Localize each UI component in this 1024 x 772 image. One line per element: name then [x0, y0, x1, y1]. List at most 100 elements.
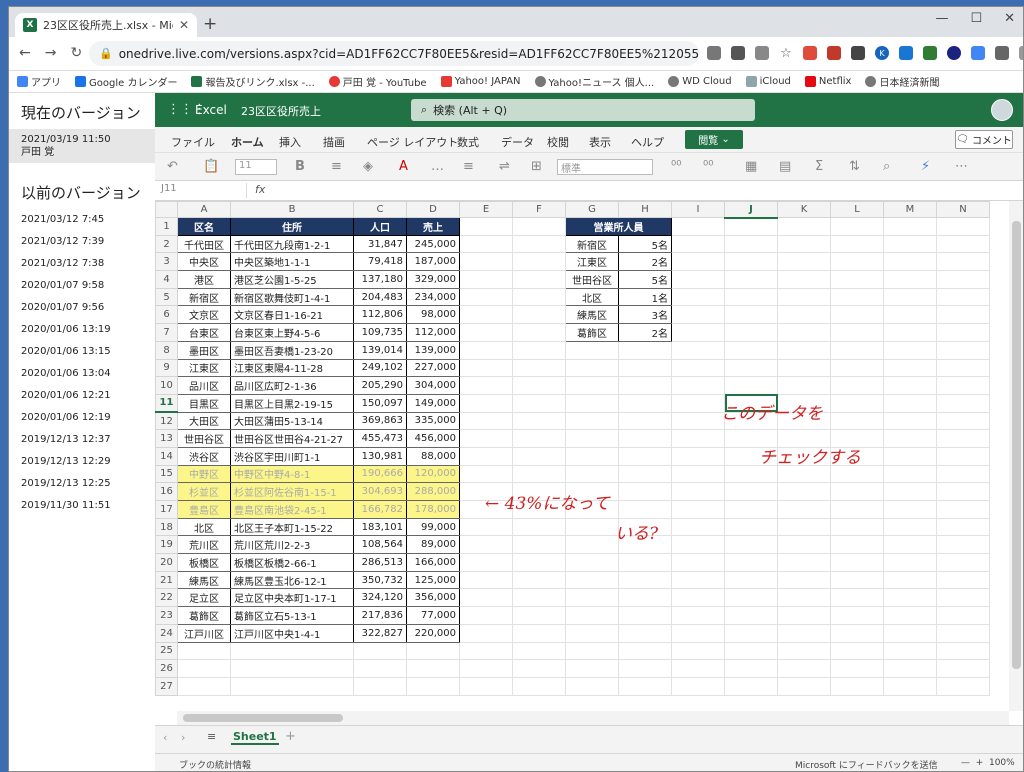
table1-cell[interactable]: 112,000: [406, 323, 460, 342]
table1-cell[interactable]: 286,513: [353, 553, 407, 572]
table1-cell[interactable]: 新宿区歌舞伎町1-4-1: [230, 287, 354, 307]
table2-header[interactable]: 営業所人員: [565, 217, 672, 236]
cell[interactable]: [830, 500, 884, 519]
cell[interactable]: [777, 305, 831, 325]
table1-header[interactable]: 人口: [353, 217, 407, 236]
cell[interactable]: [512, 659, 566, 678]
table2-cell[interactable]: 5名: [618, 270, 672, 289]
spreadsheet-grid[interactable]: A B C D E F G H I J K L M N 1 区名 住所 人口 売上 営業所人員 2 千代田区 千代田区九段南…: [155, 201, 1009, 711]
bookmark-calendar[interactable]: Google カレンダー: [75, 74, 177, 89]
table1-cell[interactable]: 目黒区上目黒2-19-15: [230, 393, 354, 413]
add-sheet-icon[interactable]: +: [285, 729, 296, 744]
cell[interactable]: [883, 623, 937, 643]
table1-cell[interactable]: 荒川区荒川2-2-3: [230, 535, 354, 555]
table1-cell[interactable]: 世田谷区世田谷4-21-27: [230, 429, 354, 448]
cell[interactable]: [671, 482, 725, 501]
table1-cell[interactable]: 豊島区南池袋2-45-1: [230, 500, 354, 519]
column-header-d[interactable]: D: [406, 201, 460, 218]
bookmark-nikkei[interactable]: 日本経済新聞: [865, 74, 939, 89]
cell[interactable]: [936, 446, 990, 466]
cell[interactable]: [936, 570, 990, 590]
evernote-icon[interactable]: [923, 46, 937, 60]
user-avatar[interactable]: [991, 99, 1013, 121]
row-header[interactable]: 21: [155, 570, 178, 590]
table1-cell[interactable]: 455,473: [353, 429, 407, 448]
cell[interactable]: [883, 252, 937, 272]
cell[interactable]: [512, 429, 566, 448]
cell[interactable]: [883, 553, 937, 572]
table1-cell[interactable]: 120,000: [406, 464, 460, 484]
qr-icon[interactable]: [731, 46, 745, 60]
table1-cell[interactable]: 99,000: [406, 517, 460, 537]
column-header-b[interactable]: B: [230, 201, 354, 218]
table1-cell[interactable]: 渋谷区: [177, 446, 231, 466]
cell[interactable]: [618, 659, 672, 678]
share-icon[interactable]: [755, 46, 769, 60]
cell[interactable]: [936, 588, 990, 608]
cell[interactable]: [883, 411, 937, 431]
cell[interactable]: [936, 623, 990, 643]
cell[interactable]: [777, 676, 831, 696]
cell[interactable]: [459, 393, 513, 413]
cell[interactable]: [724, 305, 778, 325]
cell[interactable]: [618, 500, 672, 519]
table1-cell[interactable]: 227,000: [406, 358, 460, 378]
cell[interactable]: [883, 305, 937, 325]
wrap-icon[interactable]: ⇌: [499, 159, 510, 174]
cell[interactable]: [777, 570, 831, 590]
cell[interactable]: [618, 429, 672, 448]
paste-icon[interactable]: 📋: [203, 159, 219, 174]
find-icon[interactable]: ⌕: [883, 159, 890, 174]
cell[interactable]: [724, 623, 778, 643]
cell[interactable]: [565, 676, 619, 696]
cell[interactable]: [512, 446, 566, 466]
cell[interactable]: [459, 588, 513, 608]
horizontal-scrollbar[interactable]: [177, 711, 1009, 725]
table1-cell[interactable]: 港区: [177, 270, 231, 289]
table1-cell[interactable]: 北区王子本町1-15-22: [230, 517, 354, 537]
cell[interactable]: [512, 535, 566, 555]
cell[interactable]: [565, 641, 619, 661]
table2-cell[interactable]: 2名: [618, 252, 672, 272]
cell[interactable]: [565, 570, 619, 590]
cell[interactable]: [830, 411, 884, 431]
table1-cell[interactable]: 台東区東上野4-5-6: [230, 323, 354, 342]
cell[interactable]: [565, 606, 619, 625]
cell[interactable]: [671, 623, 725, 643]
table1-cell[interactable]: 千代田区九段南1-2-1: [230, 234, 354, 254]
version-item[interactable]: 2019/11/30 11:51: [9, 495, 155, 517]
cell[interactable]: [936, 340, 990, 360]
row-header[interactable]: 15: [155, 464, 178, 484]
cell[interactable]: [830, 659, 884, 678]
increase-decimal-icon[interactable]: ⁰⁰: [671, 159, 681, 174]
cell[interactable]: [459, 446, 513, 466]
conditional-format-icon[interactable]: ▦: [745, 159, 757, 174]
cell[interactable]: [618, 340, 672, 360]
table1-cell[interactable]: 練馬区豊玉北6-12-1: [230, 570, 354, 590]
cell[interactable]: [618, 411, 672, 431]
cell[interactable]: [618, 464, 672, 484]
table1-cell[interactable]: 墨田区吾妻橋1-23-20: [230, 340, 354, 360]
screen-cast-icon[interactable]: [707, 46, 721, 60]
cell[interactable]: [936, 482, 990, 501]
table1-cell[interactable]: 324,120: [353, 588, 407, 608]
vertical-scrollbar[interactable]: [1009, 201, 1023, 711]
cell[interactable]: [512, 393, 566, 413]
cell[interactable]: [830, 358, 884, 378]
tab-data[interactable]: データ: [501, 134, 534, 150]
column-header-i[interactable]: I: [671, 201, 725, 218]
row-header[interactable]: 2: [155, 234, 178, 254]
cell[interactable]: [936, 553, 990, 572]
font-size-box[interactable]: 11: [235, 159, 277, 175]
cell[interactable]: [459, 535, 513, 555]
table1-cell[interactable]: 板橋区: [177, 553, 231, 572]
table1-cell[interactable]: 中野区中野4-8-1: [230, 464, 354, 484]
table1-cell[interactable]: 137,180: [353, 270, 407, 289]
cell[interactable]: [459, 358, 513, 378]
column-header-l[interactable]: L: [830, 201, 884, 218]
cell[interactable]: [724, 517, 778, 537]
cell[interactable]: [406, 659, 460, 678]
cell[interactable]: [777, 482, 831, 501]
table1-cell[interactable]: 304,693: [353, 482, 407, 501]
number-format-box[interactable]: 標準: [557, 159, 653, 175]
